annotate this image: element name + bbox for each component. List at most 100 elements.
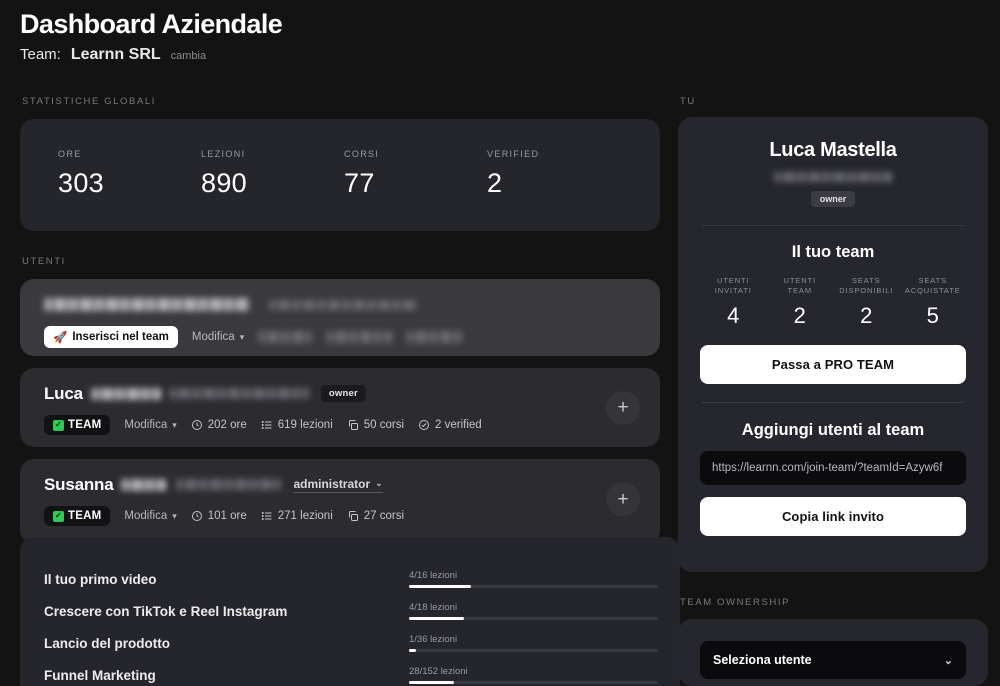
team-badge-label: TEAM (68, 510, 102, 522)
stat-label: ORE (58, 149, 82, 159)
edit-dropdown[interactable]: Modifica ▾ (124, 419, 176, 431)
progress-fill (409, 649, 417, 652)
list-icon (261, 419, 273, 431)
redacted-email (774, 172, 892, 182)
progress-fill (409, 681, 454, 684)
plus-icon: + (617, 397, 629, 418)
courses-panel: Il tuo primo video 4/16 lezioni Crescere… (20, 537, 680, 686)
course-progress: 4/18 lezioni (409, 602, 658, 620)
user-identity: Susanna administrator ⌄ (44, 474, 660, 495)
select-user-value: Seleziona utente (713, 653, 812, 667)
add-user-button[interactable]: + (606, 390, 640, 425)
ts-line2: DISPONIBILI (839, 286, 894, 296)
redacted-email (269, 299, 417, 310)
invite-link-input[interactable]: https://learnn.com/join-team/?teamId=Azy… (700, 451, 966, 486)
change-team-link[interactable]: cambia (171, 50, 206, 62)
team-section-title: Il tuo team (791, 243, 875, 261)
clock-icon (191, 419, 203, 431)
chevron-down-icon: ▾ (172, 419, 177, 430)
stat-text: 50 corsi (363, 419, 405, 431)
stat-text: 101 ore (207, 510, 247, 522)
course-name: Crescere con TikTok e Reel Instagram (44, 603, 288, 619)
ts-value: 4 (727, 303, 740, 329)
stat-text: 202 ore (207, 419, 247, 431)
stat-lezioni: LEZIONI 890 (201, 149, 344, 231)
chevron-down-icon: ⌄ (943, 654, 953, 667)
redacted-email (176, 479, 282, 490)
ts-value: 5 (926, 303, 939, 329)
course-name: Funnel Marketing (44, 667, 156, 683)
your-name: Luca Mastella (769, 139, 897, 161)
course-row[interactable]: Crescere con TikTok e Reel Instagram 4/1… (44, 595, 658, 627)
stat-value: 890 (201, 168, 247, 198)
stat-label: LEZIONI (201, 149, 246, 159)
redacted-stat (326, 331, 393, 343)
add-users-title: Aggiungi utenti al team (741, 421, 925, 440)
you-caption: TU (680, 96, 696, 107)
edit-dropdown[interactable]: Modifica ▾ (192, 331, 244, 343)
select-user-dropdown[interactable]: Seleziona utente ⌄ (700, 641, 966, 679)
rocket-icon: 🚀 (53, 332, 68, 344)
plus-icon: + (617, 488, 629, 510)
ownership-caption: TEAM OWNERSHIP (680, 597, 791, 608)
add-user-button[interactable]: + (606, 482, 640, 516)
stat-text: 27 corsi (363, 510, 405, 522)
edit-label: Modifica (124, 510, 168, 522)
user-identity: Luca owner (44, 383, 660, 404)
users-caption: UTENTI (22, 256, 66, 267)
redacted-stat (258, 331, 313, 343)
progress-track (409, 649, 658, 652)
progress-track (409, 681, 658, 684)
course-progress: 1/36 lezioni (409, 634, 658, 652)
clock-icon (191, 510, 203, 522)
copy-icon (347, 419, 359, 431)
team-stats: UTENTI INVITATI 4 UTENTI TEAM 2 SEATS DISPO… (700, 276, 966, 329)
course-name: Il tuo primo video (44, 571, 157, 587)
stat-label: VERIFIED (487, 149, 540, 159)
header: Dashboard Aziendale Team: Learnn SRL cam… (20, 8, 283, 64)
stat-text: 2 verified (435, 419, 482, 431)
insert-in-team-button[interactable]: 🚀 Inserisci nel team (44, 326, 178, 348)
course-name: Lancio del prodotto (44, 635, 170, 651)
stat-corsi: CORSI 77 (344, 149, 487, 231)
course-progress: 4/16 lezioni (409, 570, 658, 588)
copy-invite-link-button[interactable]: Copia link invito (700, 497, 966, 537)
divider (702, 225, 964, 226)
stat-ore: ORE 303 (58, 149, 201, 231)
list-icon (261, 510, 273, 522)
ts-line2: INVITATI (714, 286, 752, 296)
ts-line1: SEATS (851, 276, 881, 285)
upgrade-pro-team-button[interactable]: Passa a PRO TEAM (700, 345, 966, 385)
you-card: Luca Mastella owner Il tuo team UTENTI IN… (678, 117, 988, 572)
course-row[interactable]: Lancio del prodotto 1/36 lezioni (44, 627, 658, 659)
user-row-luca[interactable]: Luca owner ✓ TEAM Modifica ▾ 202 ore 619… (20, 368, 660, 447)
team-stat-members: UTENTI TEAM 2 (767, 276, 834, 329)
user-row-pending[interactable]: 🚀 Inserisci nel team Modifica ▾ (20, 279, 660, 356)
team-name: Learnn SRL (70, 46, 161, 64)
ts-value: 2 (793, 303, 806, 329)
user-row-susanna[interactable]: Susanna administrator ⌄ ✓ TEAM Modifica … (20, 459, 660, 544)
progress-track (409, 585, 658, 588)
edit-dropdown[interactable]: Modifica ▾ (124, 510, 176, 522)
user-identity (44, 294, 660, 315)
dashboard-page: Dashboard Aziendale Team: Learnn SRL cam… (0, 0, 1000, 686)
ts-value: 2 (860, 303, 873, 329)
chevron-down-icon: ▾ (239, 331, 245, 342)
stat-label: CORSI (344, 149, 380, 159)
global-stats-caption: STATISTICHE GLOBALI (22, 96, 157, 107)
role-dropdown[interactable]: administrator ⌄ (293, 477, 383, 493)
course-row[interactable]: Funnel Marketing 28/152 lezioni (44, 659, 658, 686)
team-label: Team: (20, 46, 61, 64)
progress-label: 28/152 lezioni (409, 666, 468, 678)
ts-line1: UTENTI (783, 276, 816, 285)
team-badge: ✓ TEAM (44, 506, 111, 526)
team-stat-invited: UTENTI INVITATI 4 (700, 276, 767, 329)
user-name: Luca (44, 383, 83, 403)
stat-value: 77 (344, 168, 375, 198)
course-row[interactable]: Il tuo primo video 4/16 lezioni (44, 563, 658, 595)
role-badge: owner (320, 385, 366, 402)
stat-value: 2 (487, 168, 503, 198)
ts-line2: TEAM (787, 286, 812, 296)
stat-lessons: 271 lezioni (261, 510, 333, 522)
progress-label: 4/16 lezioni (409, 570, 458, 582)
